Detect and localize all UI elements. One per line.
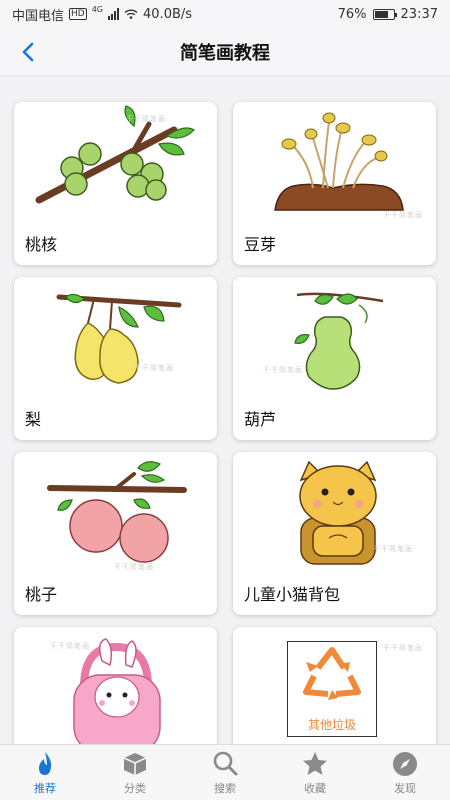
bean-sprout-drawing xyxy=(274,112,404,211)
recycle-icon xyxy=(303,647,361,700)
card-other-waste[interactable]: 其他垃圾 千千简笔画 xyxy=(233,627,436,744)
chevron-left-icon xyxy=(22,42,34,62)
card-label: 豆芽 xyxy=(244,235,277,254)
card-calabash[interactable]: 千千简笔画 葫芦 xyxy=(233,277,436,440)
watermark: 千千简笔画 xyxy=(373,545,413,553)
card-label: 桃核 xyxy=(25,235,58,254)
pear-drawing xyxy=(56,293,182,384)
card-label: 儿童小猫背包 xyxy=(244,585,341,604)
card-pear[interactable]: 千千简笔画 梨 xyxy=(14,277,217,440)
title-bar: 简笔画教程 xyxy=(0,28,450,76)
tab-favorites[interactable]: 收藏 xyxy=(270,745,360,800)
network-speed: 40.0B/s xyxy=(143,6,193,22)
card-cat-backpack[interactable]: 千千简笔画 儿童小猫背包 xyxy=(233,452,436,615)
bottom-tab-bar: 推荐 分类 搜索 收藏 发现 xyxy=(0,744,450,800)
peach-pit-drawing xyxy=(35,105,195,204)
peach-drawing xyxy=(47,461,187,563)
tab-label: 发现 xyxy=(394,782,416,795)
tab-label: 搜索 xyxy=(214,782,236,795)
cube-icon xyxy=(123,753,147,775)
card-peach[interactable]: 千千简笔画 桃子 xyxy=(14,452,217,615)
tab-label: 收藏 xyxy=(304,782,326,795)
wifi-icon xyxy=(124,9,138,19)
tab-category[interactable]: 分类 xyxy=(90,745,180,800)
cat-backpack-drawing xyxy=(299,460,377,565)
search-icon xyxy=(213,751,238,776)
tutorial-grid: 千千简笔画 桃核 千千简笔画 豆芽 千千简笔画 梨 千千简笔画 葫芦 千千简笔画… xyxy=(0,76,450,744)
tab-label: 推荐 xyxy=(34,782,56,795)
battery-percent: 76% xyxy=(337,6,367,22)
star-icon xyxy=(303,752,327,775)
card-label: 桃子 xyxy=(25,585,58,604)
network-type: 4G xyxy=(91,4,104,14)
recycle-sign: 其他垃圾 xyxy=(287,641,377,737)
tab-discover[interactable]: 发现 xyxy=(360,745,450,800)
carrier-label: 中国电信 xyxy=(12,8,65,24)
watermark: 千千简笔画 xyxy=(50,642,90,650)
card-rabbit-bag[interactable]: 千千简笔画 xyxy=(14,627,217,744)
page-title: 简笔画教程 xyxy=(180,42,270,64)
calabash-drawing xyxy=(294,292,384,390)
hd-badge: HD xyxy=(69,8,87,20)
card-peach-pit[interactable]: 千千简笔画 桃核 xyxy=(14,102,217,265)
compass-icon xyxy=(393,752,417,776)
battery-icon xyxy=(372,8,397,20)
card-label: 葫芦 xyxy=(244,410,277,429)
watermark: 千千简笔画 xyxy=(134,364,174,372)
card-label: 其他垃圾 xyxy=(307,718,356,732)
watermark: 千千简笔画 xyxy=(383,644,423,652)
rabbit-bag-drawing xyxy=(73,638,161,744)
watermark: 千千简笔画 xyxy=(383,211,423,219)
watermark: 千千简笔画 xyxy=(263,366,303,374)
status-bar: 中国电信 HD 4G 40.0B/s 76% 23:37 xyxy=(0,0,450,28)
watermark: 千千简笔画 xyxy=(114,563,154,571)
flame-icon xyxy=(39,752,52,775)
card-label: 梨 xyxy=(25,410,42,429)
tab-label: 分类 xyxy=(124,782,146,795)
card-bean-sprout[interactable]: 千千简笔画 豆芽 xyxy=(233,102,436,265)
watermark: 千千简笔画 xyxy=(126,115,166,123)
tab-recommend[interactable]: 推荐 xyxy=(0,745,90,800)
clock: 23:37 xyxy=(400,6,438,22)
signal-icon xyxy=(108,8,120,20)
tab-search[interactable]: 搜索 xyxy=(180,745,270,800)
back-button[interactable] xyxy=(14,38,42,66)
